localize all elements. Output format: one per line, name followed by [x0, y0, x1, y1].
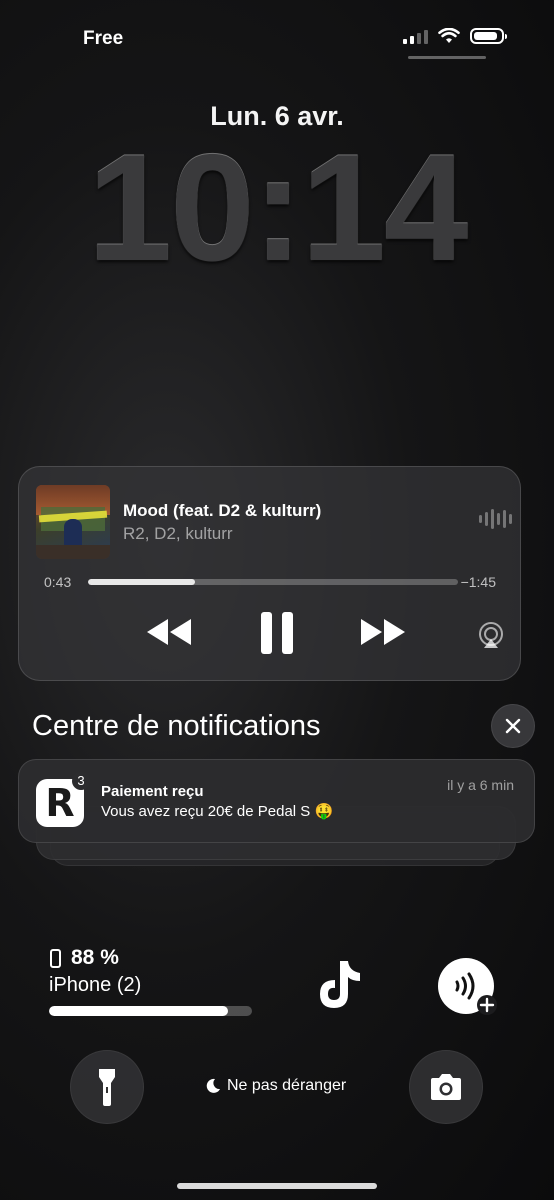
r3-app-icon: R 3: [36, 772, 90, 827]
forward-button[interactable]: [359, 617, 407, 652]
airplay-icon: [479, 622, 503, 648]
pause-icon: [261, 612, 293, 654]
song-title: Mood (feat. D2 & kulturr): [123, 501, 322, 520]
app-icon-superscript: 3: [72, 772, 90, 790]
battery-widget[interactable]: 88 %: [50, 946, 119, 970]
elapsed-time: 0:43: [44, 574, 72, 590]
notification-time: il y a 6 min: [447, 777, 514, 793]
tiktok-icon: [320, 961, 360, 1008]
close-icon: [505, 718, 521, 734]
device-battery-bar: [49, 1006, 252, 1016]
tiktok-button[interactable]: [313, 958, 365, 1017]
rewind-icon: [147, 619, 191, 645]
wifi-icon: [438, 28, 460, 43]
playback-scrubber[interactable]: [88, 579, 458, 585]
playback-progress: [88, 579, 196, 585]
notification-title: Paiement reçu: [101, 783, 204, 800]
focus-status[interactable]: Ne pas déranger: [205, 1077, 346, 1095]
control-center-grabber[interactable]: [408, 56, 486, 59]
phone-icon: [50, 948, 61, 968]
camera-button[interactable]: [409, 1050, 483, 1124]
airplay-button[interactable]: [477, 621, 505, 654]
pause-button[interactable]: [259, 611, 295, 660]
forward-icon: [361, 619, 405, 645]
battery-fill: [474, 32, 497, 40]
album-artwork[interactable]: [36, 485, 110, 559]
home-indicator[interactable]: [177, 1183, 377, 1189]
device-name: iPhone (2): [49, 974, 142, 996]
rewind-button[interactable]: [145, 617, 193, 652]
focus-label: Ne pas déranger: [227, 1077, 347, 1094]
device-battery-fill: [49, 1006, 228, 1016]
notification-center-title: Centre de notifications: [32, 710, 321, 742]
battery-icon: [470, 28, 507, 44]
flashlight-icon: [99, 1069, 115, 1106]
now-playing-widget[interactable]: Mood (feat. D2 & kulturr) R2, D2, kultur…: [18, 466, 521, 681]
notification-body: Vous avez reçu 20€ de Pedal S 🤑: [101, 803, 334, 820]
battery-percent: 88 %: [71, 946, 119, 969]
waveform-icon: [479, 508, 512, 530]
carrier-name: Free: [83, 28, 124, 49]
lock-time: 10:14: [87, 123, 469, 293]
add-icon: [476, 994, 498, 1016]
status-icons: [403, 28, 507, 44]
remaining-time: −1:45: [460, 574, 496, 590]
moon-icon: [206, 1078, 220, 1093]
flashlight-button[interactable]: [70, 1050, 144, 1124]
cellular-signal-icon: [403, 28, 428, 44]
camera-icon: [431, 1074, 461, 1100]
song-artist: R2, D2, kulturr: [123, 524, 233, 543]
clear-notifications-button[interactable]: [491, 704, 535, 748]
notification-card[interactable]: R 3 Paiement reçu Vous avez reçu 20€ de …: [18, 759, 535, 843]
